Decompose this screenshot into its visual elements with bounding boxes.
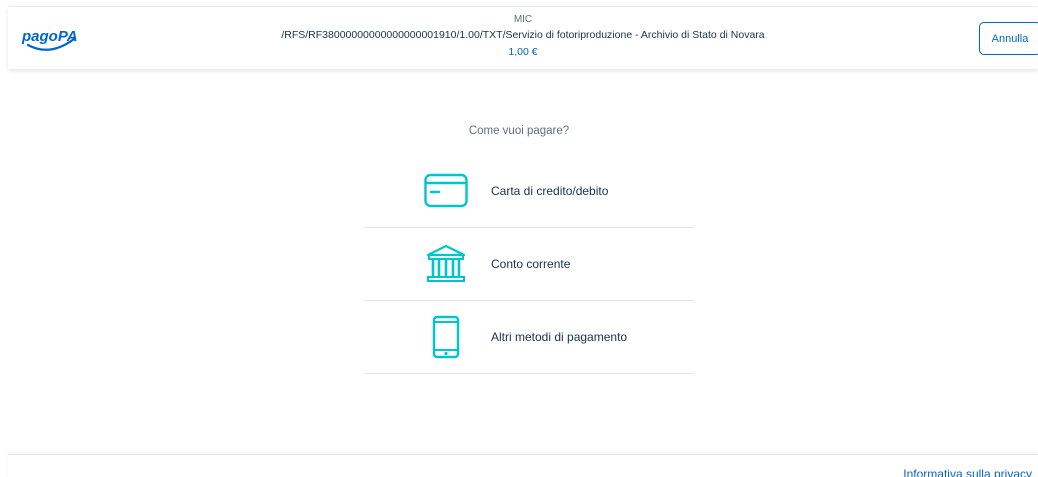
payment-amount: 1,00 € (508, 46, 538, 58)
method-bank-account[interactable]: Conto corrente (364, 228, 694, 301)
method-credit-card[interactable]: Carta di credito/debito (364, 155, 694, 228)
method-label: Carta di credito/debito (491, 184, 609, 198)
footer: Informativa sulla privacy (8, 454, 1038, 477)
pagopa-logo: pagoPA (20, 25, 80, 55)
credit-card-icon (424, 169, 468, 213)
smartphone-icon (424, 315, 468, 359)
header: pagoPA MIC /RFS/RF3800000000000000000191… (8, 6, 1038, 69)
cancel-button[interactable]: Annulla (979, 22, 1038, 55)
method-label: Conto corrente (491, 257, 571, 271)
payment-question: Come vuoi pagare? (468, 125, 570, 137)
bank-icon (424, 242, 468, 286)
method-other[interactable]: Altri metodi di pagamento (364, 301, 694, 374)
payment-summary: MIC /RFS/RF38000000000000000001910/1.00/… (128, 13, 918, 59)
page: pagoPA MIC /RFS/RF3800000000000000000191… (0, 0, 1038, 477)
payment-methods-list: Carta di credito/debito Conto corrente A… (364, 155, 694, 374)
payment-subject: /RFS/RF38000000000000000001910/1.00/TXT/… (281, 29, 765, 41)
payee-name: MIC (513, 14, 533, 25)
privacy-policy-link[interactable]: Informativa sulla privacy (903, 467, 1032, 477)
method-label: Altri metodi di pagamento (491, 330, 628, 344)
